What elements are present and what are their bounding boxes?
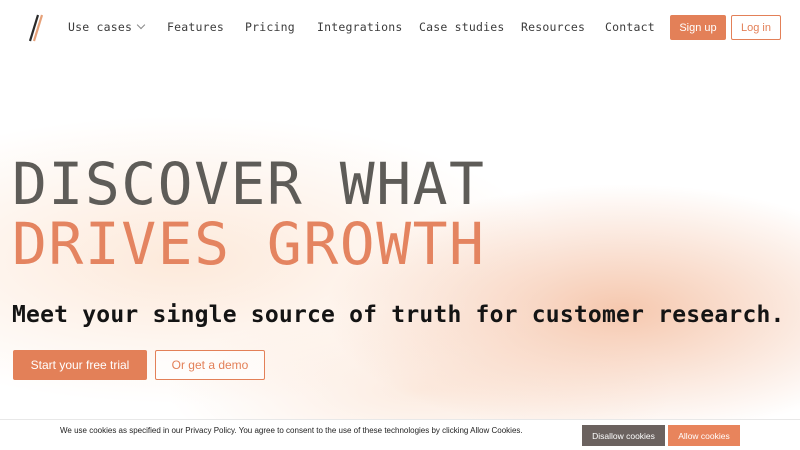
nav-item-features[interactable]: Features: [167, 20, 224, 36]
nav-item-pricing[interactable]: Pricing: [245, 20, 295, 36]
nav-item-contact[interactable]: Contact: [605, 20, 655, 36]
hero-headline-line-1: DISCOVER WHAT: [12, 150, 486, 218]
hero-headline-line-2: DRIVES GROWTH: [12, 210, 486, 278]
nav-item-integrations[interactable]: Integrations: [317, 20, 402, 36]
hero-subheadline: Meet your single source of truth for cus…: [12, 302, 785, 328]
sign-up-button[interactable]: Sign up: [670, 15, 726, 40]
nav-item-case-studies[interactable]: Case studies: [419, 20, 504, 36]
nav-item-use-cases[interactable]: Use cases: [68, 20, 146, 36]
nav-item-resources[interactable]: Resources: [521, 20, 585, 36]
start-free-trial-button[interactable]: Start your free trial: [13, 350, 147, 380]
top-navigation: Use cases Features Pricing Integrations …: [0, 0, 800, 56]
get-demo-button[interactable]: Or get a demo: [155, 350, 265, 380]
disallow-cookies-button[interactable]: Disallow cookies: [582, 425, 665, 446]
cookie-banner: We use cookies as specified in our Priva…: [0, 419, 800, 450]
nav-item-label: Use cases: [68, 20, 133, 34]
log-in-button[interactable]: Log in: [731, 15, 781, 40]
cookie-banner-text: We use cookies as specified in our Priva…: [60, 426, 523, 435]
allow-cookies-button[interactable]: Allow cookies: [668, 425, 740, 446]
chevron-down-icon: [136, 20, 146, 30]
slash-logo-icon[interactable]: [26, 13, 46, 43]
